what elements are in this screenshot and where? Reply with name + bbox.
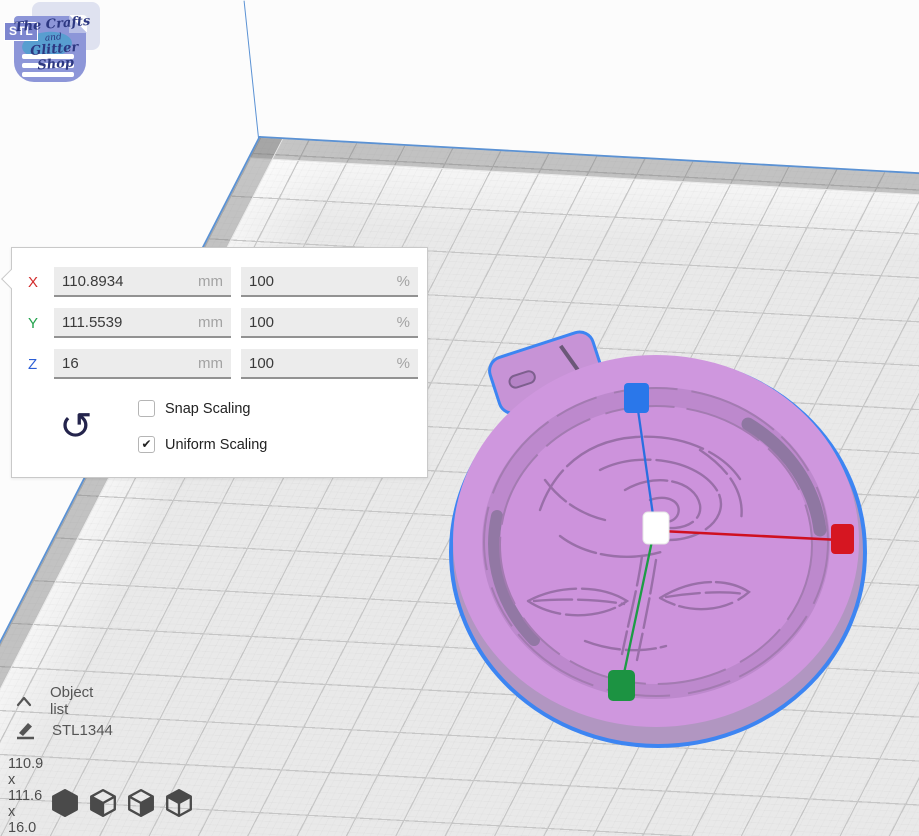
unit-percent: %: [397, 314, 410, 331]
scale-row-x: X 110.8934 mm 100 %: [28, 267, 418, 297]
scale-x-mm-value: 110.8934: [62, 273, 123, 290]
unit-percent: %: [397, 273, 410, 290]
view-left-button[interactable]: [88, 786, 118, 820]
scale-handle-center[interactable]: [643, 512, 669, 544]
scale-y-mm-value: 111.5539: [62, 314, 122, 331]
view-right-button[interactable]: [126, 786, 156, 820]
snap-scaling-checkbox[interactable]: [138, 400, 155, 417]
unit-mm: mm: [198, 314, 223, 331]
view-top-button[interactable]: [164, 786, 194, 820]
scale-y-percent-input[interactable]: 100 %: [241, 308, 418, 338]
scale-z-percent-input[interactable]: 100 %: [241, 349, 418, 379]
shop-logo: STL The Crafts and Glitter Shop: [4, 2, 100, 94]
view-3d-button[interactable]: [12, 786, 42, 820]
scale-x-mm-input[interactable]: 110.8934 mm: [54, 267, 231, 297]
scale-handle-z[interactable]: [624, 383, 649, 413]
scale-row-y: Y 111.5539 mm 100 %: [28, 308, 418, 338]
model-rose-mold[interactable]: [451, 355, 865, 746]
uniform-scaling-row: ✔ Uniform Scaling: [138, 436, 267, 453]
chevron-up-icon: [14, 693, 34, 709]
scale-x-percent-input[interactable]: 100 %: [241, 267, 418, 297]
object-list-label: Object list: [50, 684, 93, 718]
selected-object-row[interactable]: STL1344: [14, 720, 113, 740]
scale-z-mm-input[interactable]: 16 mm: [54, 349, 231, 379]
axis-label-y: Y: [28, 315, 54, 332]
scale-tool-panel: X 110.8934 mm 100 % Y 111.5539 mm 100 % …: [11, 247, 428, 478]
axis-label-x: X: [28, 274, 54, 291]
unit-mm: mm: [198, 273, 223, 290]
unit-mm: mm: [198, 355, 223, 372]
shop-watermark-text: The Crafts and Glitter Shop: [10, 14, 98, 76]
application-window: { "logo": { "badge": "STL", "watermark_l…: [0, 0, 919, 836]
object-list-toggle[interactable]: Object list: [14, 684, 93, 718]
scale-row-z: Z 16 mm 100 %: [28, 349, 418, 379]
scale-handle-y[interactable]: [608, 670, 635, 701]
scale-y-mm-input[interactable]: 111.5539 mm: [54, 308, 231, 338]
rename-pencil-icon[interactable]: [14, 720, 36, 740]
reset-scale-button[interactable]: ↺: [59, 408, 92, 446]
camera-view-toolbar: [12, 786, 194, 820]
uniform-scaling-checkbox[interactable]: ✔: [138, 436, 155, 453]
scale-z-percent-value: 100: [249, 355, 274, 372]
scale-z-mm-value: 16: [62, 355, 79, 372]
scale-y-percent-value: 100: [249, 314, 274, 331]
axis-label-z: Z: [28, 356, 54, 373]
scale-x-percent-value: 100: [249, 273, 274, 290]
selected-object-name: STL1344: [52, 722, 113, 739]
snap-scaling-label: Snap Scaling: [165, 401, 250, 417]
snap-scaling-row: Snap Scaling: [138, 400, 250, 417]
uniform-scaling-label: Uniform Scaling: [165, 437, 267, 453]
scale-handle-x[interactable]: [831, 524, 854, 554]
unit-percent: %: [397, 355, 410, 372]
view-front-button[interactable]: [50, 786, 80, 820]
